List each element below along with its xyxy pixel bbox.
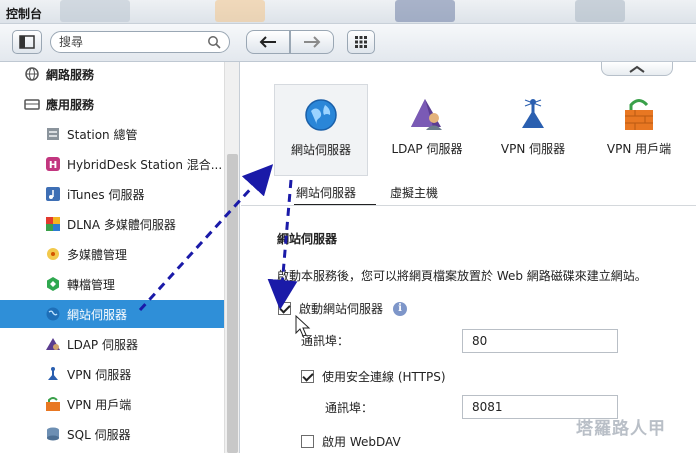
itunes-icon [45,186,61,202]
background-decoration [395,0,455,22]
webdav-label: 啟用 WebDAV [322,435,401,449]
applications-icon [24,96,40,112]
sidebar-item-label: 轉檔管理 [67,277,116,292]
tab-virtual-host[interactable]: 虛擬主機 [390,184,438,206]
sidebar-item-label: DLNA 多媒體伺服器 [67,217,176,232]
sidebar-item-station-manager[interactable]: Station 總管 [0,120,224,148]
sidebar-item-multimedia[interactable]: 多媒體管理 [0,240,224,268]
sidebar: 網路服務 應用服務 Station 總管 H HybridDesk Statio… [0,62,240,453]
vpn-client-icon [621,96,657,132]
app-grid-button[interactable] [347,30,375,54]
back-button[interactable] [246,30,290,54]
sidebar-item-label: iTunes 伺服器 [67,187,145,202]
sidebar-item-transcode[interactable]: 轉檔管理 [0,270,224,298]
app-label: VPN 伺服器 [500,142,566,156]
enable-web-server-checkbox[interactable] [278,302,291,315]
app-ldap-server[interactable]: LDAP 伺服器 [380,84,474,176]
ldap-icon [409,96,445,132]
background-decoration [215,0,265,22]
app-web-server[interactable]: 網站伺服器 [274,84,368,176]
chevron-up-icon [629,65,645,73]
forward-button[interactable] [290,30,334,54]
sidebar-item-label: Station 總管 [67,127,138,142]
section-title: 網站伺服器 [277,232,338,246]
sidebar-item-vpn-client[interactable]: VPN 用戶端 [0,390,224,418]
tab-label: 網站伺服器 [296,186,357,200]
webdav-row: 啟用 WebDAV [301,433,401,450]
https-row: 使用安全連線 (HTTPS) [301,368,446,385]
port-input[interactable] [462,329,618,353]
https-label: 使用安全連線 (HTTPS) [322,370,446,384]
title-bar: 控制台 [0,0,696,24]
search-box[interactable] [50,31,230,53]
sidebar-item-label: 應用服務 [46,97,95,112]
sidebar-item-label: SQL 伺服器 [67,427,131,442]
info-icon[interactable]: i [393,301,408,316]
vpn-server-icon [45,366,61,382]
dlna-icon [45,216,61,232]
scrollbar-thumb[interactable] [227,154,238,453]
arrow-left-icon [259,36,276,48]
vpn-server-icon [515,96,551,132]
sidebar-item-label: HybridDesk Station 混合... [67,157,223,172]
ldap-icon [45,336,61,352]
tab-web-server[interactable]: 網站伺服器 [294,184,376,206]
multimedia-icon [45,246,61,262]
sidebar-item-label: LDAP 伺服器 [67,337,138,352]
enable-web-server-row: 啟動網站伺服器 i [278,300,408,317]
svg-text:H: H [49,160,57,171]
sidebar-scrollbar[interactable] [224,62,239,453]
app-label: VPN 用戶端 [606,142,672,156]
collapse-button[interactable] [601,62,673,76]
main-panel: 網站伺服器 LDAP 伺服器 VPN 伺服器 VPN 用戶端 網站伺服器 虛擬主… [241,62,696,453]
sidebar-item-hybriddesk[interactable]: H HybridDesk Station 混合... [0,150,224,178]
tab-divider [241,205,696,206]
search-input[interactable] [59,35,199,49]
sidebar-item-sql[interactable]: SQL 伺服器 [0,420,224,448]
webdav-checkbox[interactable] [301,435,314,448]
web-server-icon [45,306,61,322]
background-decoration [60,0,130,22]
service-description: 啟動本服務後，您可以將網頁檔案放置於 Web 網路磁碟來建立網站。 [277,269,647,283]
sidebar-item-dlna[interactable]: DLNA 多媒體伺服器 [0,210,224,238]
toggle-sidebar-button[interactable] [12,30,42,54]
app-label: 網站伺服器 [290,143,351,157]
https-port-label: 通訊埠： [325,401,374,415]
https-checkbox[interactable] [301,370,314,383]
sidebar-item-web-server[interactable]: 網站伺服器 [0,300,224,328]
arrow-right-icon [304,36,321,48]
app-vpn-client[interactable]: VPN 用戶端 [592,84,686,176]
enable-web-server-label: 啟動網站伺服器 [299,302,384,316]
grid-dots-icon [355,36,367,48]
sidebar-category-network[interactable]: 網路服務 [0,60,224,88]
window-title: 控制台 [6,7,43,21]
sql-icon [45,426,61,442]
sidebar-category-applications[interactable]: 應用服務 [0,90,224,118]
search-icon[interactable] [207,35,221,49]
sidebar-item-label: 網站伺服器 [67,307,128,322]
sidebar-item-vpn-server[interactable]: VPN 伺服器 [0,360,224,388]
tab-label: 虛擬主機 [390,186,439,200]
sidebar-item-label: VPN 用戶端 [67,397,132,412]
hybriddesk-icon: H [45,156,61,172]
sidebar-item-label: 多媒體管理 [67,247,128,262]
sidebar-item-ldap[interactable]: LDAP 伺服器 [0,330,224,358]
port-label: 通訊埠： [301,334,350,348]
transcode-icon [45,276,61,292]
watermark: 塔羅路人甲 [576,419,666,439]
app-label: LDAP 伺服器 [391,142,463,156]
sidebar-panel-icon [19,35,35,49]
sidebar-item-label: 網路服務 [46,67,95,82]
network-icon [24,66,40,82]
app-vpn-server[interactable]: VPN 伺服器 [486,84,580,176]
vpn-client-icon [45,396,61,412]
background-decoration [575,0,625,22]
sidebar-item-itunes[interactable]: iTunes 伺服器 [0,180,224,208]
toolbar [0,24,696,62]
globe-icon [303,97,339,133]
sidebar-item-label: VPN 伺服器 [67,367,132,382]
station-manager-icon [45,126,61,142]
